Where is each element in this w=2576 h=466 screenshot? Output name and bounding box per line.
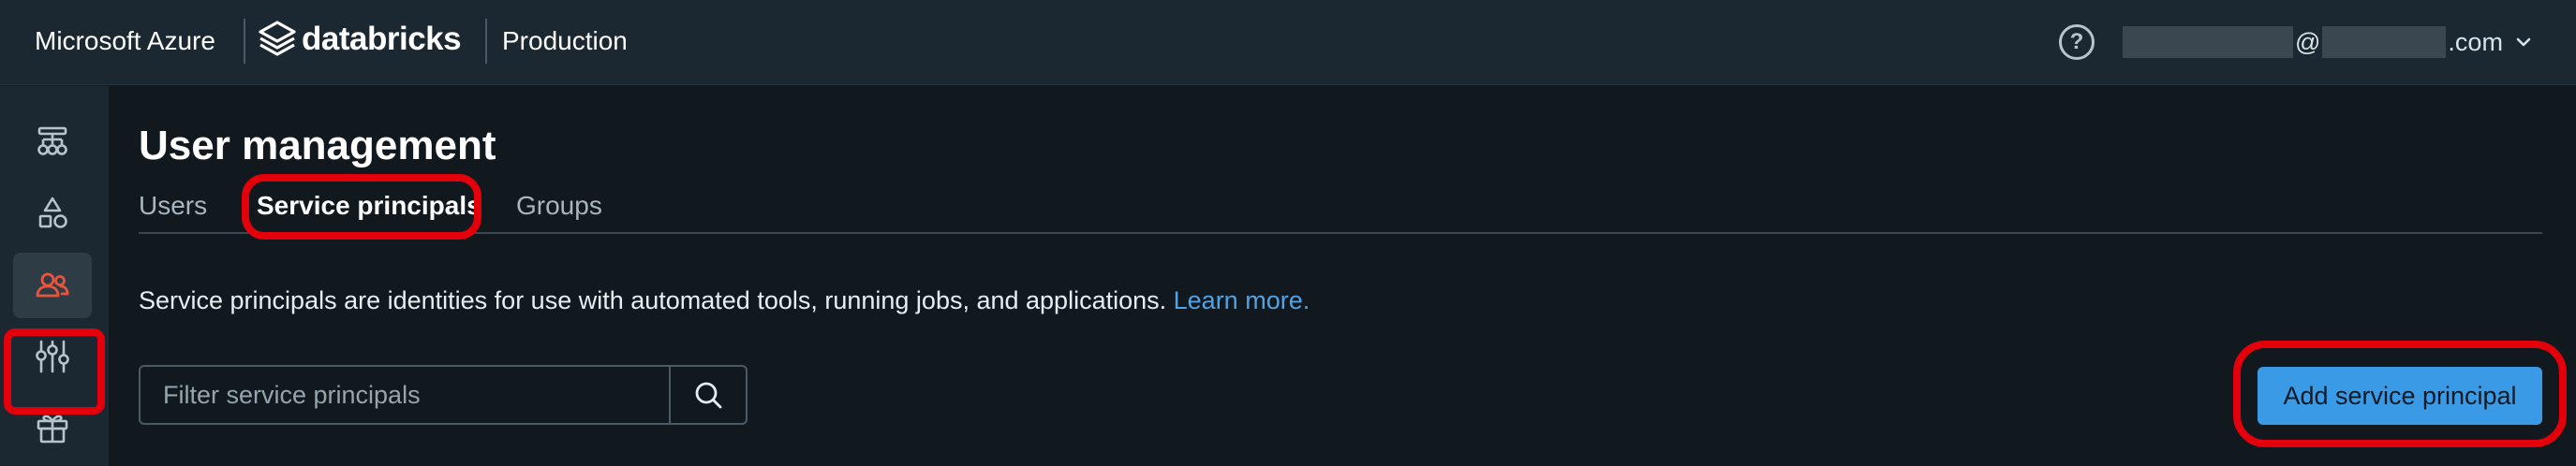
redacted-domain: [2322, 26, 2447, 58]
search-button[interactable]: [669, 367, 746, 423]
user-at-sign: @: [2295, 27, 2321, 56]
redacted-username: [2123, 26, 2293, 58]
tab-bar: Users Service principals Groups: [139, 185, 2542, 234]
top-bar: Microsoft Azure databricks Production ? …: [0, 0, 2576, 85]
databricks-logo-icon[interactable]: [259, 21, 296, 60]
add-service-principal-button[interactable]: Add service principal: [2258, 367, 2542, 425]
gift-icon: [37, 415, 68, 444]
tab-divider: [139, 232, 2542, 234]
tab-users[interactable]: Users: [139, 185, 207, 226]
sliders-icon: [36, 340, 69, 373]
brand-azure[interactable]: Microsoft Azure: [35, 22, 215, 60]
learn-more-link[interactable]: Learn more.: [1174, 286, 1310, 314]
sidebar-item-catalog[interactable]: [13, 181, 92, 246]
workspace-divider: [485, 19, 487, 64]
sidebar-item-marketplace[interactable]: [13, 395, 92, 460]
sidebar-item-settings[interactable]: [13, 324, 92, 389]
brand-divider: [244, 19, 245, 64]
sidebar-item-workflows[interactable]: [13, 109, 92, 175]
description-text: Service principals are identities for us…: [139, 283, 1310, 318]
workflow-icon: [37, 126, 67, 155]
shapes-icon: [38, 197, 67, 228]
chevron-down-icon: [2516, 37, 2531, 47]
brand-databricks[interactable]: databricks: [302, 19, 462, 60]
workspace-name[interactable]: Production: [502, 22, 628, 60]
filter-box: [139, 365, 748, 425]
search-icon: [695, 382, 722, 409]
sidebar: [0, 86, 109, 466]
user-domain-suffix: .com: [2448, 27, 2503, 56]
help-icon[interactable]: ?: [2059, 24, 2095, 60]
tab-groups[interactable]: Groups: [516, 185, 602, 226]
user-menu[interactable]: @ .com: [2123, 22, 2533, 62]
sidebar-item-user-management[interactable]: [13, 253, 92, 318]
tab-service-principals[interactable]: Service principals: [257, 185, 481, 226]
page-title: User management: [139, 123, 496, 168]
description-body: Service principals are identities for us…: [139, 286, 1167, 314]
users-icon: [36, 272, 69, 298]
filter-service-principals-input[interactable]: [141, 367, 669, 423]
